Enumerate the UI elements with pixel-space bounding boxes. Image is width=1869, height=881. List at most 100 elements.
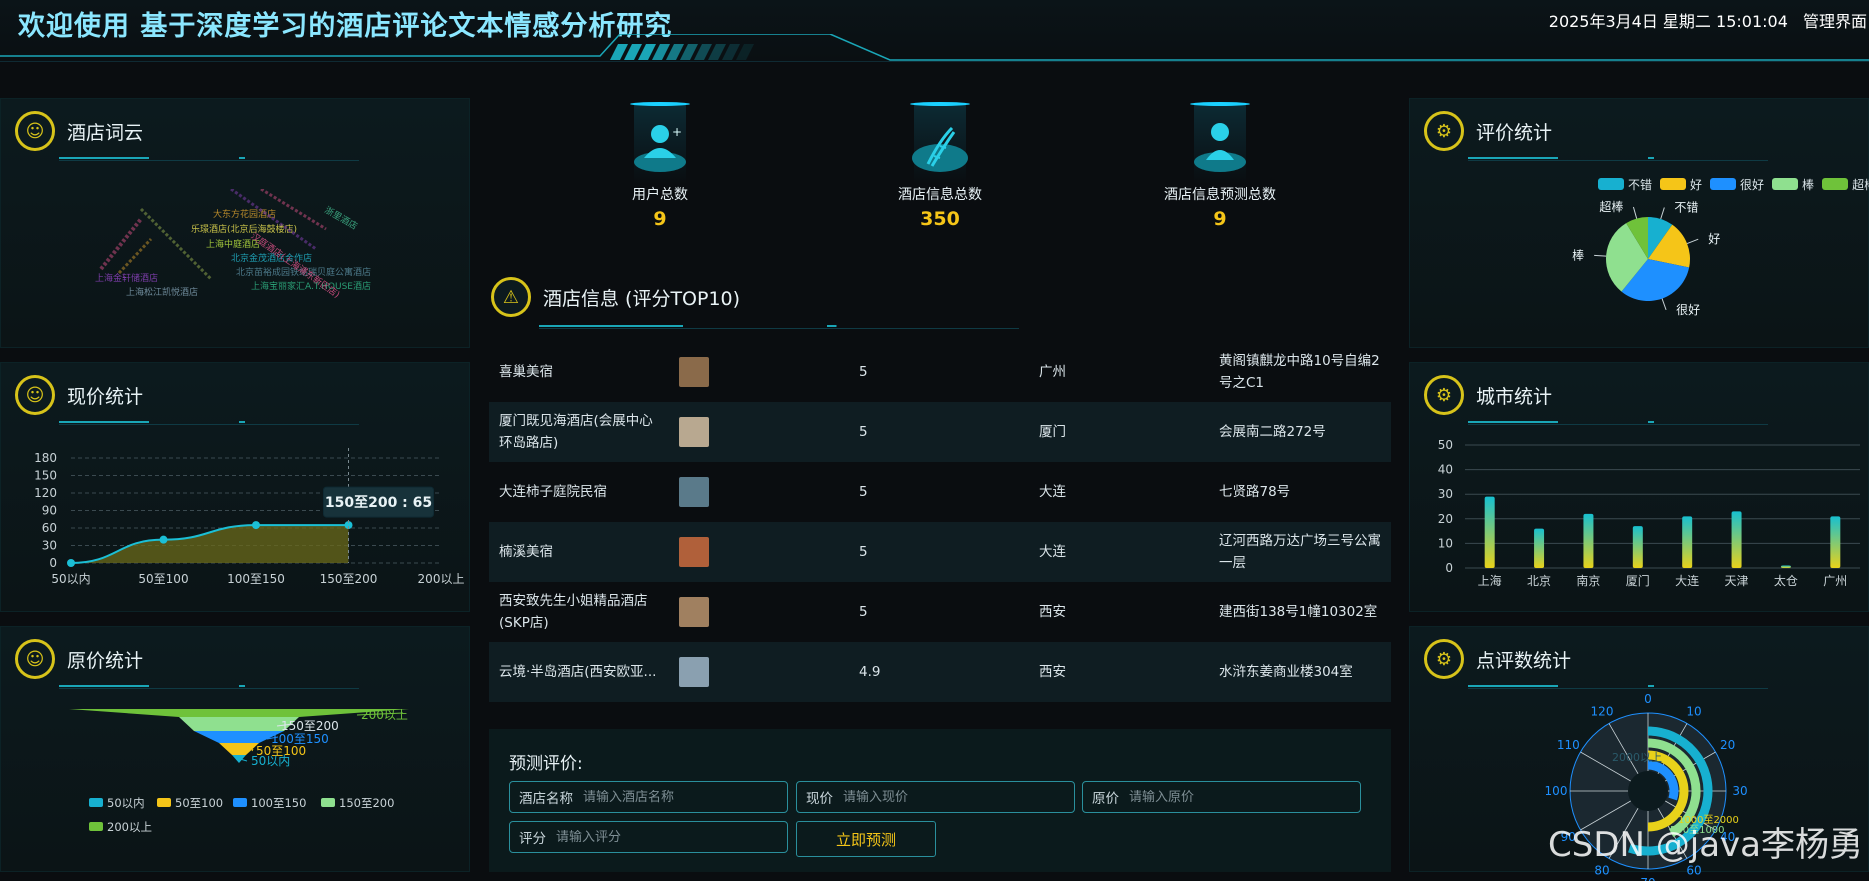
score-field[interactable]: 评分 bbox=[509, 821, 788, 853]
polar-tick-label: 120 bbox=[1591, 704, 1614, 718]
x-tick-label: 150至200 bbox=[320, 572, 378, 586]
panel-title: 点评数统计 bbox=[1476, 646, 1571, 673]
legend-swatch bbox=[321, 798, 335, 807]
rating-panel: ⚙评价统计 不错好很好棒超棒 不错好很好棒超棒 bbox=[1409, 98, 1869, 348]
svg-text:+: + bbox=[672, 125, 682, 139]
polar-tick-label: 0 bbox=[1644, 692, 1652, 706]
bar bbox=[1485, 497, 1495, 568]
table-row[interactable]: 楠溪美宿 5 大连 辽河西路万达广场三号公寓一层 bbox=[489, 522, 1391, 582]
original-price-funnel[interactable]: 200以上150至200100至15050至10050以内50以内50至1001… bbox=[1, 691, 471, 871]
datetime-text: 2025年3月4日 星期二 15:01:04 bbox=[1549, 12, 1788, 31]
y-tick-label: 60 bbox=[42, 521, 57, 535]
funnel-label: 150至200 bbox=[281, 719, 339, 733]
legend-swatch bbox=[1822, 178, 1848, 190]
series-area bbox=[71, 525, 349, 563]
rating-pie[interactable]: 不错好很好棒超棒 bbox=[1410, 197, 1869, 347]
table-row[interactable]: 厦门既见海酒店(会展中心环岛路店) 5 厦门 会展南二路272号 bbox=[489, 402, 1391, 462]
original-price-input[interactable] bbox=[1129, 790, 1279, 805]
legend-item[interactable]: 好 bbox=[1660, 176, 1702, 193]
stat-label: 酒店信息总数 bbox=[870, 184, 1010, 204]
score-input[interactable] bbox=[556, 830, 706, 845]
stat-value: 9 bbox=[1150, 208, 1290, 230]
table-row[interactable]: 喜巢美宿 5 广州 黄阁镇麒龙中路10号自编2号之C1 bbox=[489, 342, 1391, 402]
bar bbox=[1633, 526, 1643, 568]
legend-item[interactable]: 棒 bbox=[1772, 176, 1814, 193]
city-bar-chart[interactable]: 01020304050上海北京南京厦门大连天津太仓广州 bbox=[1410, 433, 1869, 613]
y-tick-label: 150 bbox=[34, 469, 57, 483]
y-tick-label: 50 bbox=[1438, 438, 1453, 452]
hotel-table-wrap[interactable]: 喜巢美宿 5 广州 黄阁镇麒龙中路10号自编2号之C1 厦门既见海酒店(会展中心… bbox=[489, 342, 1391, 729]
legend-item[interactable]: 超棒 bbox=[1822, 176, 1869, 193]
stat-label: 酒店信息预测总数 bbox=[1150, 184, 1290, 204]
pie-leader bbox=[1687, 239, 1698, 243]
legend-item[interactable]: 很好 bbox=[1710, 176, 1764, 193]
original-price-field[interactable]: 原价 bbox=[1082, 781, 1361, 813]
hotel-city: 广州 bbox=[1029, 342, 1209, 402]
x-tick-label: 50至100 bbox=[138, 572, 188, 586]
hotel-score: 5 bbox=[849, 402, 1029, 462]
table-row[interactable]: 云境·半岛酒店(西安欧亚... 4.9 西安 水浒东姜商业楼304室 bbox=[489, 642, 1391, 702]
predict-button[interactable]: 立即预测 bbox=[796, 821, 936, 857]
hotel-city: 西安 bbox=[1029, 642, 1209, 702]
hotel-score: 4.9 bbox=[849, 642, 1029, 702]
wordcloud-panel: ☺酒店词云 大东方花园酒店 乐璟酒店(北京后海鼓楼店) 上海中庭酒店 北京金茂酒… bbox=[0, 98, 470, 348]
admin-link[interactable]: 管理界面 bbox=[1803, 12, 1867, 31]
stat-users: + 用户总数 9 bbox=[590, 100, 730, 230]
bar bbox=[1732, 511, 1742, 568]
x-tick-label: 大连 bbox=[1675, 573, 1699, 588]
hotel-name-input[interactable] bbox=[583, 790, 733, 805]
hotel-name: 厦门既见海酒店(会展中心环岛路店) bbox=[489, 402, 669, 462]
legend-label: 好 bbox=[1690, 176, 1702, 193]
pie-label: 很好 bbox=[1676, 303, 1700, 317]
legend-swatch bbox=[157, 798, 171, 807]
bar bbox=[1583, 514, 1593, 568]
x-tick-label: 天津 bbox=[1725, 574, 1749, 588]
polar-hub bbox=[1628, 771, 1668, 811]
hotel-name: 大连柿子庭院民宿 bbox=[489, 462, 669, 522]
legend-label: 很好 bbox=[1740, 176, 1764, 193]
data-point bbox=[252, 521, 260, 529]
hotel-name-field[interactable]: 酒店名称 bbox=[509, 781, 788, 813]
legend-label: 超棒 bbox=[1852, 176, 1869, 193]
hotel-city: 厦门 bbox=[1029, 402, 1209, 462]
prediction-form: 预测评价: 酒店名称 现价 原价 评分 立即预测 bbox=[489, 729, 1391, 872]
bar bbox=[1682, 516, 1692, 568]
legend-swatch bbox=[1660, 178, 1686, 190]
pie-leader bbox=[1662, 299, 1666, 310]
y-tick-label: 20 bbox=[1438, 512, 1453, 526]
hotel-table: 喜巢美宿 5 广州 黄阁镇麒龙中路10号自编2号之C1 厦门既见海酒店(会展中心… bbox=[489, 342, 1391, 702]
x-tick-label: 太仓 bbox=[1774, 573, 1798, 588]
panel-title: 原价统计 bbox=[67, 646, 143, 673]
users-icon: ☺ bbox=[15, 639, 55, 679]
hotel-address: 辽河西路万达广场三号公寓一层 bbox=[1209, 522, 1391, 582]
funnel-segment bbox=[232, 755, 246, 763]
x-tick-label: 上海 bbox=[1478, 573, 1502, 588]
pie-label: 不错 bbox=[1674, 201, 1698, 215]
city-panel: ⚙城市统计 01020304050上海北京南京厦门大连天津太仓广州 bbox=[1409, 362, 1869, 612]
pie-leader bbox=[1594, 255, 1606, 256]
y-tick-label: 90 bbox=[42, 504, 57, 518]
wordcloud-strokes bbox=[81, 189, 411, 329]
hotel-score: 5 bbox=[849, 462, 1029, 522]
legend-label: 150至200 bbox=[339, 796, 394, 810]
current-price-field[interactable]: 现价 bbox=[796, 781, 1075, 813]
prediction-title: 预测评价: bbox=[509, 749, 583, 774]
polar-tick-label: 30 bbox=[1732, 784, 1747, 798]
current-price-panel: ☺现价统计 030609012015018050以内50至100100至1501… bbox=[0, 362, 470, 612]
table-row[interactable]: 西安致先生小姐精品酒店(SKP店) 5 西安 建西街138号1幢10302室 bbox=[489, 582, 1391, 642]
table-row[interactable]: 大连柿子庭院民宿 5 大连 七贤路78号 bbox=[489, 462, 1391, 522]
panel-title: 现价统计 bbox=[67, 382, 143, 409]
legend-item[interactable]: 不错 bbox=[1598, 176, 1652, 193]
hotel-name: 西安致先生小姐精品酒店(SKP店) bbox=[489, 582, 669, 642]
current-price-input[interactable] bbox=[843, 790, 993, 805]
header-decoration bbox=[0, 34, 1869, 62]
y-tick-label: 120 bbox=[34, 486, 57, 500]
polar-tick-label: 20 bbox=[1720, 738, 1735, 752]
hotel-score: 5 bbox=[849, 582, 1029, 642]
funnel-segment bbox=[69, 709, 409, 717]
user-icon bbox=[1188, 100, 1252, 186]
x-tick-label: 200以上 bbox=[418, 572, 465, 586]
current-price-chart[interactable]: 030609012015018050以内50至100100至150150至200… bbox=[1, 443, 471, 613]
legend-swatch bbox=[1710, 178, 1736, 190]
y-tick-label: 30 bbox=[1438, 487, 1453, 501]
